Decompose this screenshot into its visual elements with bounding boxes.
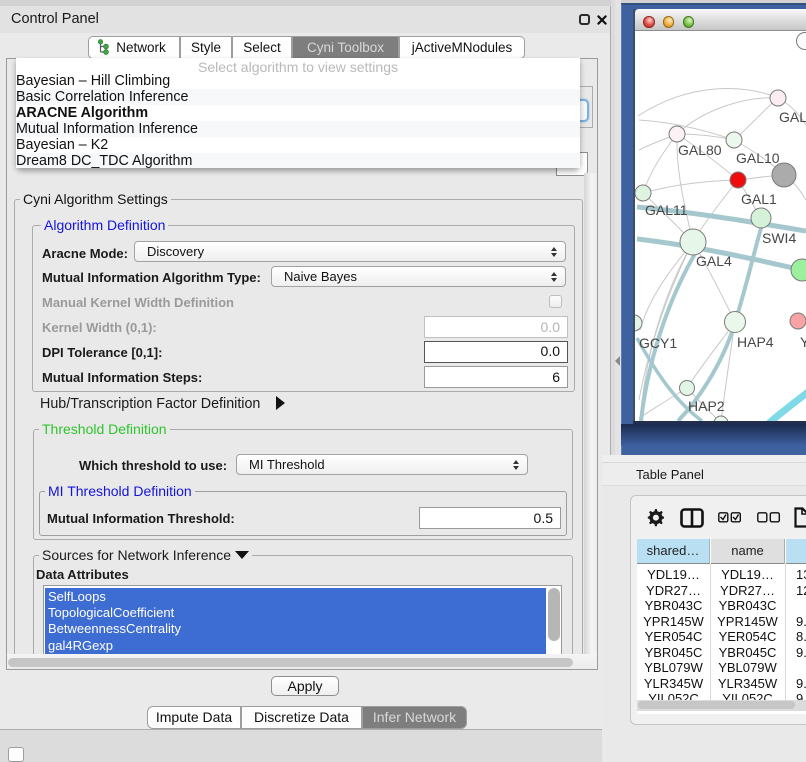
svg-text:HAP2: HAP2 xyxy=(688,398,725,414)
svg-text:GAL10: GAL10 xyxy=(736,150,780,166)
svg-text:GAL1: GAL1 xyxy=(741,191,777,207)
svg-text:SWI4: SWI4 xyxy=(762,230,796,246)
svg-text:GAL80: GAL80 xyxy=(678,142,722,158)
svg-text:HAP4: HAP4 xyxy=(737,334,774,350)
svg-text:GAL: GAL xyxy=(779,109,806,125)
svg-text:GAL11: GAL11 xyxy=(645,202,688,218)
svg-text:GCY1: GCY1 xyxy=(639,335,677,351)
svg-text:GAL4: GAL4 xyxy=(696,253,732,269)
svg-text:Y: Y xyxy=(800,334,806,350)
